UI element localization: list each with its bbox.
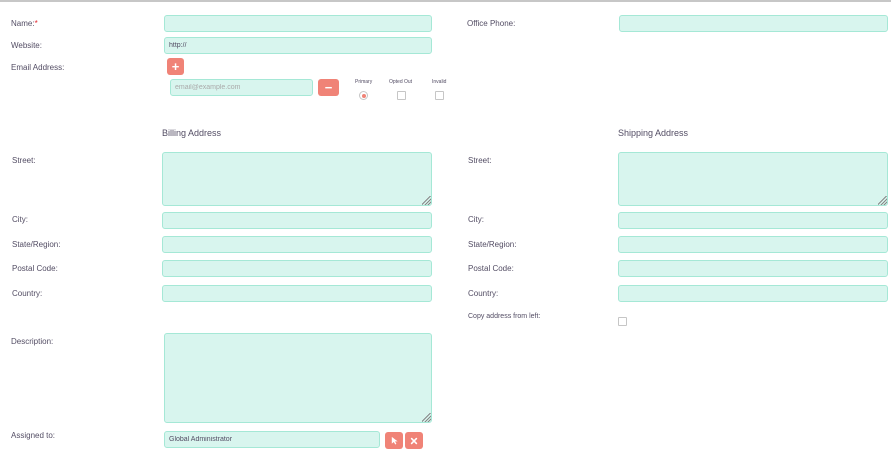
primary-label: Primary — [355, 79, 373, 85]
assigned-to-label: Assigned to: — [11, 431, 56, 440]
shipping-street-wrap — [618, 152, 888, 206]
assigned-to-input[interactable] — [164, 431, 380, 448]
shipping-street-label: Street: — [468, 156, 492, 165]
shipping-postal-input[interactable] — [618, 260, 888, 277]
office-phone-input[interactable] — [619, 15, 888, 32]
billing-postal-label: Postal Code: — [12, 264, 58, 273]
shipping-address-heading: Shipping Address — [618, 128, 689, 138]
shipping-country-input[interactable] — [618, 285, 888, 302]
description-input[interactable] — [164, 333, 432, 423]
shipping-postal-label: Postal Code: — [468, 264, 514, 273]
name-input[interactable] — [164, 15, 432, 32]
billing-country-input[interactable] — [162, 285, 432, 302]
opted-out-checkbox[interactable] — [397, 91, 406, 100]
billing-postal-input[interactable] — [162, 260, 432, 277]
shipping-state-label: State/Region: — [468, 240, 517, 249]
description-wrap — [164, 333, 432, 423]
invalid-label: Invalid — [432, 79, 447, 85]
shipping-city-label: City: — [468, 215, 484, 224]
copy-address-label: Copy address from left: — [468, 313, 541, 320]
cursor-arrow-icon — [391, 436, 398, 445]
billing-street-label: Street: — [12, 156, 36, 165]
billing-country-label: Country: — [12, 289, 43, 298]
billing-state-input[interactable] — [162, 236, 432, 253]
description-label: Description: — [11, 337, 54, 346]
invalid-checkbox[interactable] — [435, 91, 444, 100]
top-divider — [0, 0, 891, 2]
copy-address-checkbox[interactable] — [618, 317, 627, 326]
clear-user-button[interactable] — [405, 432, 423, 449]
billing-state-label: State/Region: — [12, 240, 61, 249]
shipping-state-input[interactable] — [618, 236, 888, 253]
minus-icon: − — [324, 80, 333, 95]
opted-out-label: Opted Out — [389, 79, 413, 85]
website-label: Website: — [11, 41, 42, 50]
billing-city-input[interactable] — [162, 212, 432, 229]
name-label: Name:* — [11, 19, 38, 28]
close-x-icon — [410, 437, 418, 444]
billing-street-input[interactable] — [162, 152, 432, 206]
email-label: Email Address: — [11, 63, 65, 72]
office-phone-label: Office Phone: — [467, 19, 516, 28]
shipping-country-label: Country: — [468, 289, 499, 298]
primary-radio-dot — [361, 93, 366, 98]
primary-radio[interactable] — [359, 91, 368, 100]
shipping-city-input[interactable] — [618, 212, 888, 229]
website-input[interactable] — [164, 37, 432, 54]
billing-street-wrap — [162, 152, 432, 206]
remove-email-button[interactable]: − — [318, 79, 339, 96]
add-email-button[interactable]: + — [167, 58, 184, 75]
select-user-button[interactable] — [385, 432, 403, 449]
billing-city-label: City: — [12, 215, 28, 224]
required-mark: * — [34, 19, 38, 28]
plus-icon: + — [171, 59, 180, 74]
shipping-street-input[interactable] — [618, 152, 888, 206]
email-input[interactable] — [170, 79, 313, 96]
billing-address-heading: Billing Address — [162, 128, 222, 138]
